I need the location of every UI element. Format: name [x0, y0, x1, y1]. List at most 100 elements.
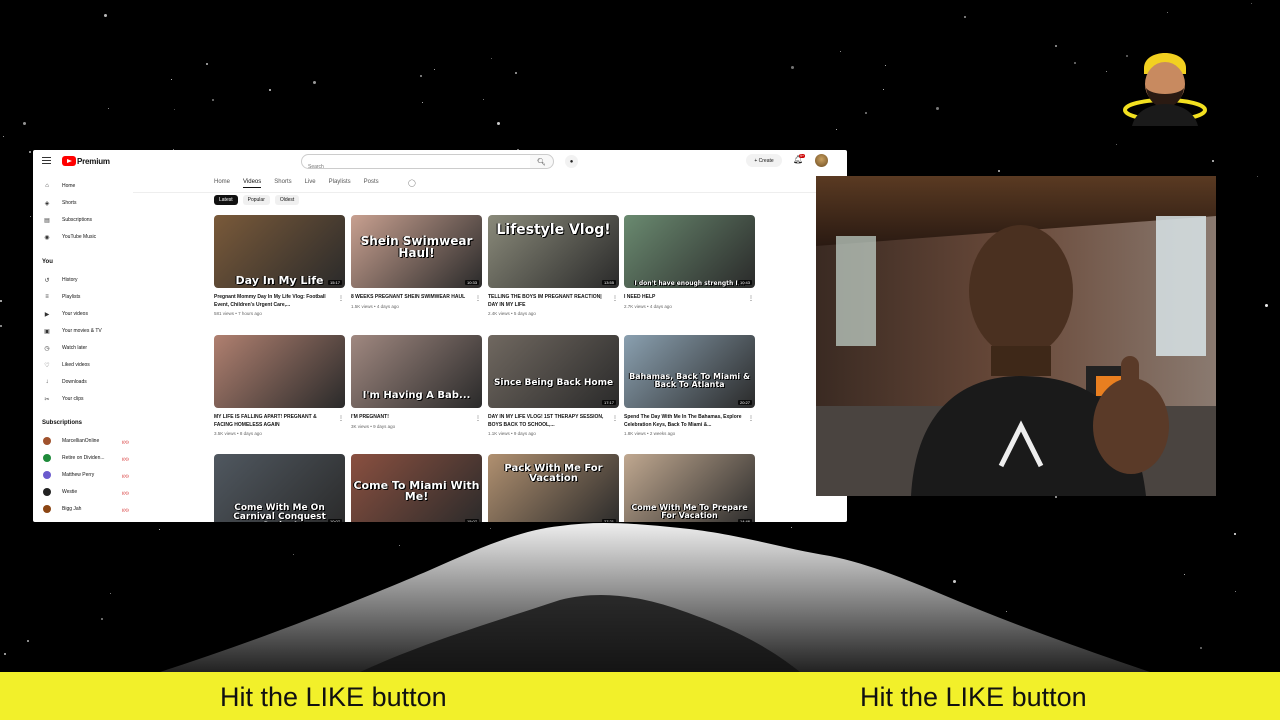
tab-playlists[interactable]: Playlists	[329, 179, 351, 188]
sidebar-item[interactable]: ⌂ Home	[43, 181, 75, 191]
tab-live[interactable]: Live	[305, 179, 316, 188]
subscriptions-icon: ▤	[44, 217, 50, 224]
video-card[interactable]: I'm Having A Bab... I'M PREGNANT! 3K views…	[351, 335, 482, 429]
video-card[interactable]: Come To Miami With Me! 15:07	[351, 454, 482, 522]
tab-posts[interactable]: Posts	[364, 179, 379, 188]
video-duration: 10:07	[327, 519, 342, 522]
subscription-item[interactable]: Westie ((•))	[43, 487, 129, 497]
video-meta: 581 views • 7 hours ago	[214, 311, 262, 316]
chip-oldest[interactable]: Oldest	[274, 195, 300, 205]
thumbnail-text: Come With Me To Prepare For Vacation	[631, 503, 748, 520]
sidebar-item-label: Your videos	[62, 311, 88, 317]
channel-avatar	[43, 454, 51, 462]
video-thumbnail[interactable]: I don't have enough strength I... 10:43	[624, 215, 755, 288]
video-title[interactable]: Pregnant Mommy Day In My Life Vlog: Foot…	[214, 294, 345, 309]
video-thumbnail[interactable]: Lifestyle Vlog! 13:55	[488, 215, 619, 288]
thumbnail-text: Come To Miami With Me!	[353, 479, 480, 503]
video-card[interactable]: I don't have enough strength I... 10:43 I …	[624, 215, 755, 309]
tab-shorts[interactable]: Shorts	[274, 179, 291, 188]
youtube-window: Premium 🔍︎ ● + Create 🔔︎ 9+ ⌂Home◈Shorts…	[33, 150, 847, 522]
video-title[interactable]: MY LIFE IS FALLING APART! PREGNANT & FAC…	[214, 414, 345, 429]
subscription-item[interactable]: MarcellianOnline ((•))	[43, 436, 129, 446]
video-title[interactable]: I'M PREGNANT!	[351, 414, 482, 422]
sidebar-item[interactable]: ↺ History	[43, 275, 78, 285]
more-options-icon[interactable]: ⋮	[748, 415, 754, 422]
video-meta: 1.8K views • 2 weeks ago	[624, 431, 676, 436]
sidebar-you-heading[interactable]: You	[42, 259, 53, 265]
video-card[interactable]: Since Being Back Home 17:17 DAY IN MY LIFE…	[488, 335, 619, 436]
video-thumbnail[interactable]: Day In My Life 15:17	[214, 215, 345, 288]
more-options-icon[interactable]: ⋮	[475, 415, 481, 422]
more-options-icon[interactable]: ⋮	[338, 295, 344, 302]
sidebar-subscriptions-heading[interactable]: Subscriptions	[42, 420, 82, 426]
sidebar-item[interactable]: ◷ Watch later	[43, 343, 87, 353]
microphone-icon[interactable]: ●	[565, 155, 578, 168]
divider	[133, 192, 847, 193]
sidebar-item-label: History	[62, 277, 78, 283]
search-icon[interactable]: 🔍︎	[530, 154, 554, 169]
live-icon: ((•))	[122, 490, 129, 495]
video-title[interactable]: 8 WEEKS PREGNANT SHEIN SWIMWEAR HAUL	[351, 294, 482, 302]
video-thumbnail[interactable]: Come To Miami With Me! 15:07	[351, 454, 482, 522]
sidebar-item-label: Watch later	[62, 345, 88, 351]
menu-icon[interactable]	[42, 157, 51, 164]
subscription-label: Bigg Jah	[62, 506, 82, 512]
subscription-item[interactable]: Bigg Jah ((•))	[43, 504, 129, 514]
sidebar-item[interactable]: ▣ Your movies & TV	[43, 326, 102, 336]
sidebar-item-label: Your movies & TV	[62, 328, 102, 334]
sidebar-item[interactable]: ▶ Your videos	[43, 309, 88, 319]
subscription-item[interactable]: Matthew Perry ((•))	[43, 470, 129, 480]
video-thumbnail[interactable]: Since Being Back Home 17:17	[488, 335, 619, 408]
banner-text-left: Hit the LIKE button	[220, 682, 447, 712]
video-card[interactable]: Lifestyle Vlog! 13:55 TELLING THE BOYS IM …	[488, 215, 619, 316]
more-options-icon[interactable]: ⋮	[612, 415, 618, 422]
sidebar-item[interactable]: ◉ YouTube Music	[43, 232, 96, 242]
more-options-icon[interactable]: ⋮	[338, 415, 344, 422]
video-title[interactable]: Spend The Day With Me In The Bahamas, Ex…	[624, 414, 755, 429]
video-thumbnail[interactable]: Bahamas, Back To Miami & Back To Atlanta…	[624, 335, 755, 408]
search-input[interactable]	[302, 160, 518, 174]
sidebar-item[interactable]: ◈ Shorts	[43, 198, 77, 208]
movies-icon: ▣	[44, 328, 50, 335]
chip-popular[interactable]: Popular	[242, 195, 270, 205]
channel-search-icon[interactable]: ◯	[408, 179, 416, 187]
video-title[interactable]: I NEED HELP	[624, 294, 755, 302]
video-thumbnail[interactable]: I'm Having A Bab...	[351, 335, 482, 408]
avatar[interactable]	[815, 154, 828, 167]
downloads-icon: ↓	[45, 379, 49, 385]
search-box[interactable]	[301, 154, 531, 174]
video-card[interactable]: Come With Me On Carnival Conquest Cruise…	[214, 454, 345, 522]
video-title[interactable]: DAY IN MY LIFE VLOG! 1ST THERAPY SESSION…	[488, 414, 619, 429]
video-title[interactable]: TELLING THE BOYS IM PREGNANT REACTION| D…	[488, 294, 619, 309]
more-options-icon[interactable]: ⋮	[475, 295, 481, 302]
video-thumbnail[interactable]	[214, 335, 345, 408]
sidebar-item[interactable]: ✂ Your clips	[43, 394, 83, 404]
notification-badge: 9+	[799, 154, 805, 158]
create-button[interactable]: + Create	[746, 154, 782, 167]
video-card[interactable]: Day In My Life 15:17 Pregnant Mommy Day In…	[214, 215, 345, 316]
video-card[interactable]: Shein Swimwear Haul! 10:33 8 WEEKS PREGNAN…	[351, 215, 482, 309]
tab-videos[interactable]: Videos	[243, 179, 262, 188]
subscription-item[interactable]: Retire on Dividen... ((•))	[43, 453, 129, 463]
youtube-logo[interactable]: Premium	[62, 156, 110, 166]
sidebar-item[interactable]: ♡ Liked videos	[43, 360, 90, 370]
video-card[interactable]: Pack With Me For Vacation 27:21	[488, 454, 619, 522]
home-icon: ⌂	[45, 183, 49, 189]
video-meta: 3.5K views • 8 days ago	[214, 431, 262, 436]
video-thumbnail[interactable]: Come With Me On Carnival Conquest Cruise…	[214, 454, 345, 522]
video-card[interactable]: Come With Me To Prepare For Vacation 14:4…	[624, 454, 755, 522]
youtube-play-icon	[62, 156, 76, 166]
sidebar-item[interactable]: ↓ Downloads	[43, 377, 87, 387]
sidebar-item[interactable]: ▤ Subscriptions	[43, 215, 92, 225]
more-options-icon[interactable]: ⋮	[612, 295, 618, 302]
video-thumbnail[interactable]: Come With Me To Prepare For Vacation 14:4…	[624, 454, 755, 522]
banner-text-right: Hit the LIKE button	[860, 682, 1087, 712]
video-thumbnail[interactable]: Shein Swimwear Haul! 10:33	[351, 215, 482, 288]
tab-home[interactable]: Home	[214, 179, 230, 188]
video-card[interactable]: MY LIFE IS FALLING APART! PREGNANT & FAC…	[214, 335, 345, 436]
chip-latest[interactable]: Latest	[214, 195, 238, 205]
more-options-icon[interactable]: ⋮	[748, 295, 754, 302]
video-card[interactable]: Bahamas, Back To Miami & Back To Atlanta…	[624, 335, 755, 436]
sidebar-item[interactable]: ≡ Playlists	[43, 292, 80, 302]
video-thumbnail[interactable]: Pack With Me For Vacation 27:21	[488, 454, 619, 522]
